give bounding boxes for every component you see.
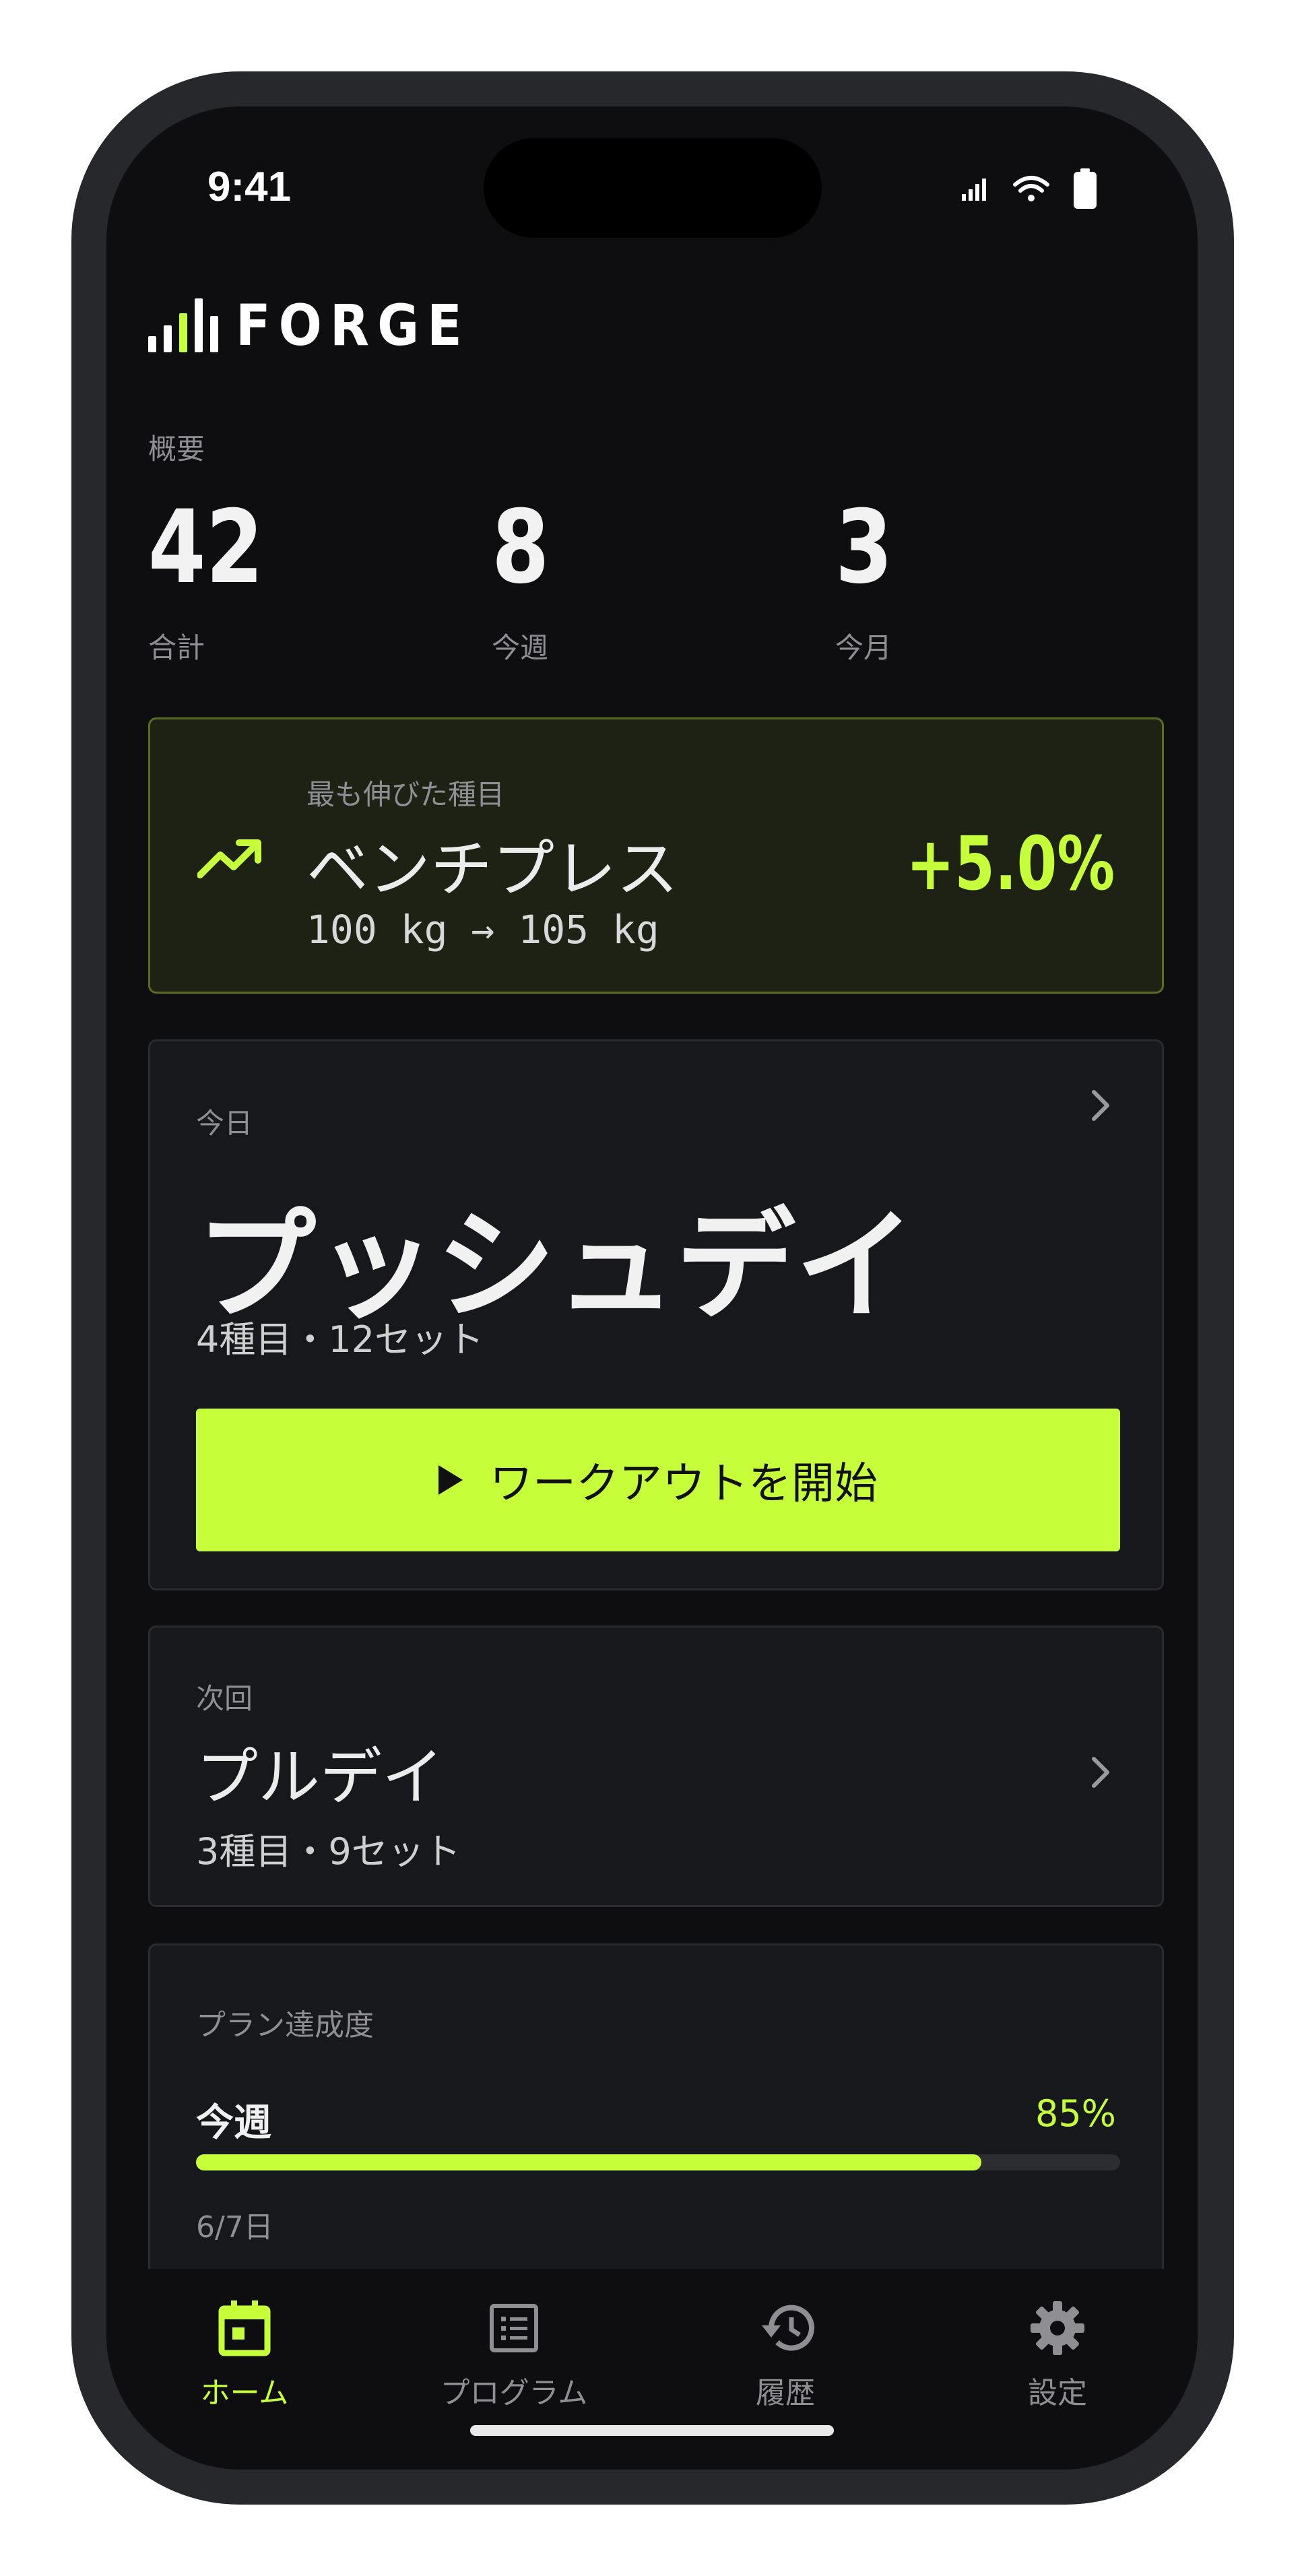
stat-label: 今月 [835,631,892,664]
stat-label: 今週 [492,631,549,664]
trending-up-icon [197,837,263,882]
today-workout-card[interactable]: 今日 プッシュデイ 4種目・12セット ワークアウトを開始 [148,1039,1164,1590]
history-icon [684,2296,886,2360]
stat-this-week: 8 今週 [492,497,562,666]
phone-screen: 9:41 FORGE 概要 42 合計 8 今週 3 今月 最も伸びた種目 ベン… [106,106,1198,2470]
stat-this-month: 3 今月 [835,497,905,666]
list-icon [413,2296,615,2360]
cellular-signal-icon [962,176,989,203]
play-icon [438,1465,463,1495]
top-progress-exercise: ベンチプレス [306,833,679,905]
tab-label: 履歴 [756,2376,815,2410]
today-label: 今日 [196,1107,253,1140]
stat-value: 3 [835,489,893,606]
tab-home[interactable]: ホーム [143,2296,346,2412]
battery-icon [1074,168,1097,212]
plan-progress-fill [196,2154,982,2170]
wifi-icon [1013,175,1049,205]
tab-history[interactable]: 履歴 [684,2296,886,2412]
dynamic-island [484,138,822,238]
chevron-right-icon[interactable] [1090,1750,1111,1800]
overview-title: 概要 [148,432,205,465]
gear-icon [956,2296,1159,2360]
next-workout-summary: 3種目・9セット [196,1830,461,1873]
plan-days: 6/7日 [196,2210,273,2245]
stat-value: 42 [148,489,264,606]
chevron-right-icon[interactable] [1090,1083,1111,1133]
today-workout-summary: 4種目・12セット [196,1318,484,1361]
status-icons [962,168,1097,212]
next-workout-title: プルデイ [196,1741,445,1813]
top-progress-label: 最も伸びた種目 [306,778,505,811]
stat-value: 8 [492,489,550,606]
tab-label: 設定 [1028,2376,1087,2410]
plan-label: プラン達成度 [196,2008,374,2042]
plan-progress-bar [196,2154,1120,2170]
overview-stats: 42 合計 8 今週 3 今月 [148,497,1159,664]
calendar-icon [143,2296,346,2360]
app-logo: FORGE [148,292,470,358]
plan-percent: 85% [1035,2092,1116,2135]
next-label: 次回 [196,1682,253,1715]
top-progress-card: 最も伸びた種目 ベンチプレス 100 kg → 105 kg +5.0% [148,717,1164,994]
tab-label: プログラム [440,2376,588,2410]
tab-settings[interactable]: 設定 [956,2296,1159,2412]
next-workout-card[interactable]: 次回 プルデイ 3種目・9セット [148,1625,1164,1907]
tab-bar: ホーム プログラム 履歴 設定 [106,2269,1198,2470]
tab-label: ホーム [200,2376,289,2410]
top-progress-detail: 100 kg → 105 kg [306,907,659,953]
tab-program[interactable]: プログラム [413,2296,615,2412]
stat-total: 42 合計 [148,497,289,666]
home-indicator[interactable] [470,2425,834,2436]
start-workout-label: ワークアウトを開始 [490,1459,878,1509]
logo-bars-icon [148,298,218,352]
plan-period: 今週 [196,2101,271,2145]
stat-label: 合計 [148,631,205,664]
start-workout-button[interactable]: ワークアウトを開始 [196,1409,1120,1551]
status-time: 9:41 [207,164,292,210]
app-name: FORGE [236,292,470,358]
top-progress-change: +5.0% [906,820,1115,907]
